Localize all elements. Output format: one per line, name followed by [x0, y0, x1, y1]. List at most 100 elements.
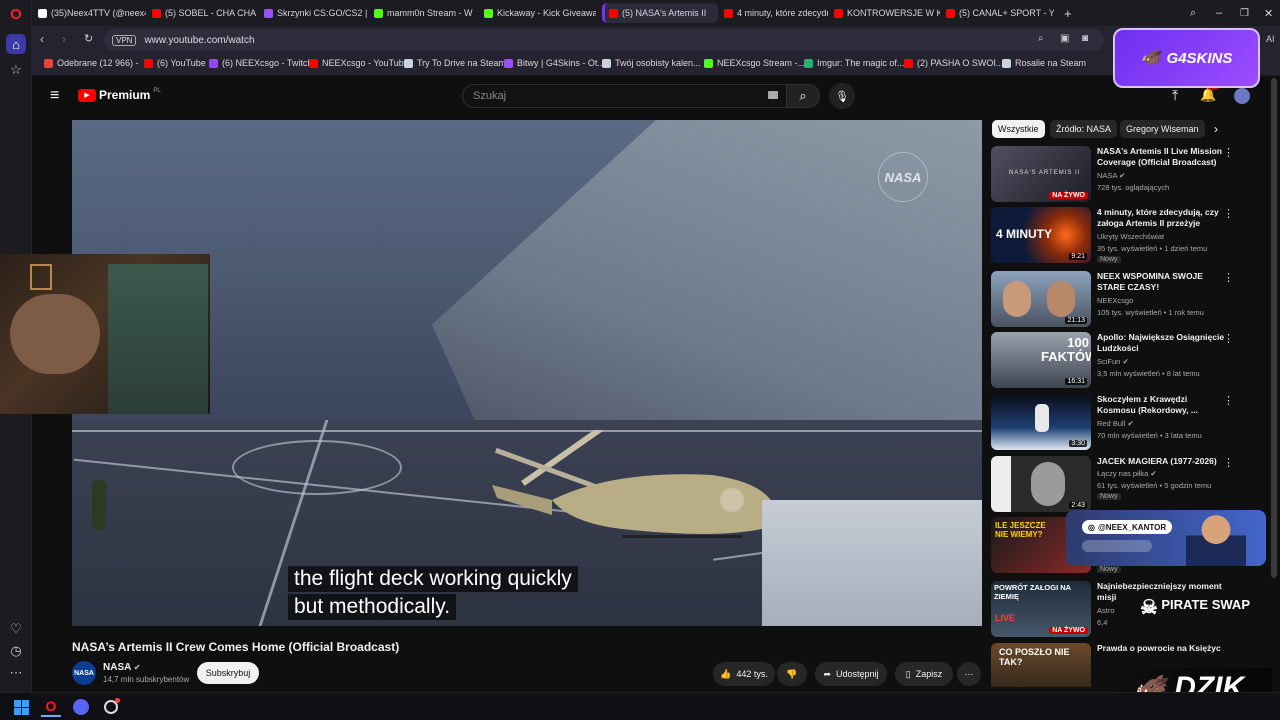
like-button[interactable]: 👍 442 tys. — [713, 662, 775, 686]
opera-logo-icon[interactable]: O — [6, 4, 26, 24]
tab-item[interactable]: (5) CANAL+ SPORT - YouT — [942, 3, 1054, 23]
bookmark-item[interactable]: Rosalie na Steam — [1002, 58, 1086, 68]
close-window-icon[interactable]: ✕ — [1260, 3, 1274, 23]
webcam-frame-picture — [30, 264, 52, 290]
more-vertical-icon[interactable]: ⋮ — [1223, 394, 1234, 407]
tab-label: (5) SOBEL - CHA CHA — [165, 8, 257, 18]
recommended-item[interactable]: 3:30 Skoczyłem z Krawędzi Kosmosu (Rekor… — [991, 394, 1241, 452]
video-thumbnail[interactable]: 100 FAKTÓW 16:31 — [991, 332, 1091, 388]
video-thumbnail[interactable]: 3:30 — [991, 394, 1091, 450]
chevron-right-icon[interactable]: › — [1214, 122, 1218, 136]
video-thumbnail[interactable]: 21:13 — [991, 271, 1091, 327]
more-actions-button[interactable]: ⋯ — [957, 662, 981, 686]
bookmark-item[interactable]: Imgur: The magic of... — [804, 58, 904, 68]
menu-icon[interactable]: ≡ — [50, 87, 59, 105]
channel-name[interactable]: NASA ✔ — [103, 662, 140, 673]
camera-icon[interactable]: ◙ — [1082, 33, 1088, 44]
bookmark-star-icon[interactable]: ☆ — [6, 60, 26, 80]
youtube-icon — [904, 58, 913, 68]
bookmark-label: NEEXcsgo Stream -... — [717, 58, 806, 68]
thumbnail-figure — [1035, 404, 1049, 432]
search-icon[interactable]: ⌕ — [1038, 33, 1044, 44]
recommended-item[interactable]: 21:13 NEEX WSPOMINA SWOJE STARE CZASY! N… — [991, 271, 1241, 329]
microphone-icon: 🎙 — [835, 90, 849, 103]
forward-icon[interactable]: › — [62, 32, 66, 46]
bookmark-item[interactable]: (2) PASHA O SWOI... — [904, 58, 1003, 68]
youtube-header: ≡ ▶ Premium PL Szukaj ⌕ 🎙 ⤒ 🔔 9+ — [32, 76, 1280, 118]
voice-search-button[interactable]: 🎙 — [829, 83, 855, 109]
video-thumbnail[interactable]: NASA'S ARTEMIS II NA ŻYWO — [991, 146, 1091, 202]
search-button[interactable]: ⌕ — [786, 84, 820, 108]
more-vertical-icon[interactable]: ⋮ — [1223, 332, 1234, 345]
nasa-watermark: NASA — [878, 152, 928, 202]
tab-item[interactable]: Kickaway - Kick Giveaway — [480, 3, 596, 23]
vpn-badge[interactable]: VPN — [112, 34, 137, 46]
tab-item[interactable]: Skrzynki CS:GO/CS2 | G4S — [260, 3, 368, 23]
chip-source-nasa[interactable]: Źródło: NASA — [1050, 120, 1118, 138]
bookmark-item[interactable]: Twój osobisty kalen... — [602, 58, 701, 68]
recommended-item[interactable]: 2:43 JACEK MAGIERA (1977-2026) Łączy nas… — [991, 456, 1241, 514]
video-thumbnail[interactable]: POWRÓT ZAŁOGI NA ZIEMIĘ LIVE NA ŻYWO — [991, 581, 1091, 637]
bookmark-item[interactable]: (6) YouTube — [144, 58, 206, 68]
app-taskbar-icon[interactable] — [101, 697, 121, 717]
subscribe-button[interactable]: Subskrybuj — [197, 662, 259, 684]
minimize-icon[interactable]: – — [1212, 3, 1226, 23]
video-thumbnail[interactable]: 2:43 — [991, 456, 1091, 512]
history-icon[interactable]: ◷ — [6, 641, 26, 661]
more-horizontal-icon: ⋯ — [964, 668, 974, 679]
home-icon[interactable]: ⌂ — [6, 34, 26, 54]
more-vertical-icon[interactable]: ⋮ — [1223, 146, 1234, 159]
reload-icon[interactable]: ↻ — [84, 32, 93, 45]
bookmark-item[interactable]: Bitwy | G4Skins - Ot... — [504, 58, 605, 68]
bookmark-item[interactable]: NEEXcsgo - YouTube — [309, 58, 409, 68]
address-bar: ‹ › ↻ VPN www.youtube.com/watch ⌕ ▣ ◙ AI — [32, 26, 1280, 54]
more-vertical-icon[interactable]: ⋮ — [1223, 271, 1234, 284]
tab-item[interactable]: 4 minuty, które zdecyduj — [720, 3, 828, 23]
more-vertical-icon[interactable]: ⋮ — [1223, 207, 1234, 220]
opera-taskbar-icon[interactable]: O — [41, 697, 61, 717]
bookmark-item[interactable]: (6) NEEXcsgo - Twitch — [209, 58, 312, 68]
g4skins-text: G4SKINS — [1166, 49, 1233, 67]
tab-item[interactable]: (35)Neex4TTV (@neex4ttv — [34, 3, 146, 23]
save-button[interactable]: ▯ Zapisz — [895, 662, 953, 686]
discord-taskbar-icon[interactable] — [71, 697, 91, 717]
share-button[interactable]: ➦ Udostępnij — [815, 662, 887, 686]
recommended-title: Skoczyłem z Krawędzi Kosmosu (Rekordowy,… — [1097, 394, 1198, 415]
avatar[interactable] — [1234, 88, 1250, 104]
tab-item-active[interactable]: (5) NASA's Artemis II — [602, 3, 718, 23]
tab-label: (35)Neex4TTV (@neex4ttv — [51, 8, 146, 18]
bookmark-item[interactable]: Odebrane (12 966) - — [44, 58, 139, 68]
new-tab-button[interactable]: + — [1060, 3, 1076, 23]
chip-gregory-wiseman[interactable]: Gregory Wiseman — [1120, 120, 1205, 138]
maximize-icon[interactable]: ❐ — [1236, 3, 1250, 23]
recommended-item[interactable]: NASA'S ARTEMIS II NA ŻYWO NASA's Artemis… — [991, 146, 1241, 204]
video-thumbnail[interactable]: CO POSZŁO NIE TAK? — [991, 643, 1091, 687]
search-tabs-icon[interactable]: ⌕ — [1186, 3, 1200, 23]
bookmark-item[interactable]: NEEXcsgo Stream -... — [704, 58, 805, 68]
recommended-item[interactable]: 4 MINUTY 9:21 4 minuty, które zdecydują,… — [991, 207, 1241, 265]
youtube-logo[interactable]: ▶ Premium PL — [78, 88, 161, 102]
dislike-button[interactable]: 👎 — [777, 662, 807, 686]
video-thumbnail[interactable]: 4 MINUTY 9:21 — [991, 207, 1091, 263]
scrollbar[interactable] — [1271, 78, 1277, 578]
url-field[interactable]: VPN www.youtube.com/watch — [104, 29, 1104, 51]
search-input[interactable]: Szukaj — [462, 84, 787, 108]
windows-start-icon[interactable] — [11, 697, 31, 717]
recommended-item[interactable]: 100 FAKTÓW 16:31 Apollo: Największe Osią… — [991, 332, 1241, 390]
chip-all[interactable]: Wszystkie — [992, 120, 1045, 138]
image-search-icon[interactable]: ▣ — [1060, 33, 1069, 44]
ai-icon[interactable]: AI — [1266, 34, 1275, 44]
more-icon[interactable]: ⋯ — [6, 663, 26, 683]
upload-icon[interactable]: ⤒ — [1172, 87, 1178, 104]
channel-avatar[interactable]: NASA — [72, 661, 96, 685]
back-icon[interactable]: ‹ — [40, 32, 44, 46]
heart-icon[interactable]: ♡ — [6, 619, 26, 639]
keyboard-icon[interactable] — [768, 91, 778, 99]
tab-item[interactable]: mamm0n Stream - W — [370, 3, 478, 23]
recommended-channel: Red Bull ✔ — [1097, 419, 1134, 428]
bookmark-item[interactable]: Try To Drive na Steam — [404, 58, 506, 68]
tab-item[interactable]: (5) SOBEL - CHA CHA — [148, 3, 258, 23]
promo-character — [1186, 510, 1246, 566]
tab-item[interactable]: KONTROWERSJE W KOŃC — [830, 3, 940, 23]
more-vertical-icon[interactable]: ⋮ — [1223, 456, 1234, 469]
